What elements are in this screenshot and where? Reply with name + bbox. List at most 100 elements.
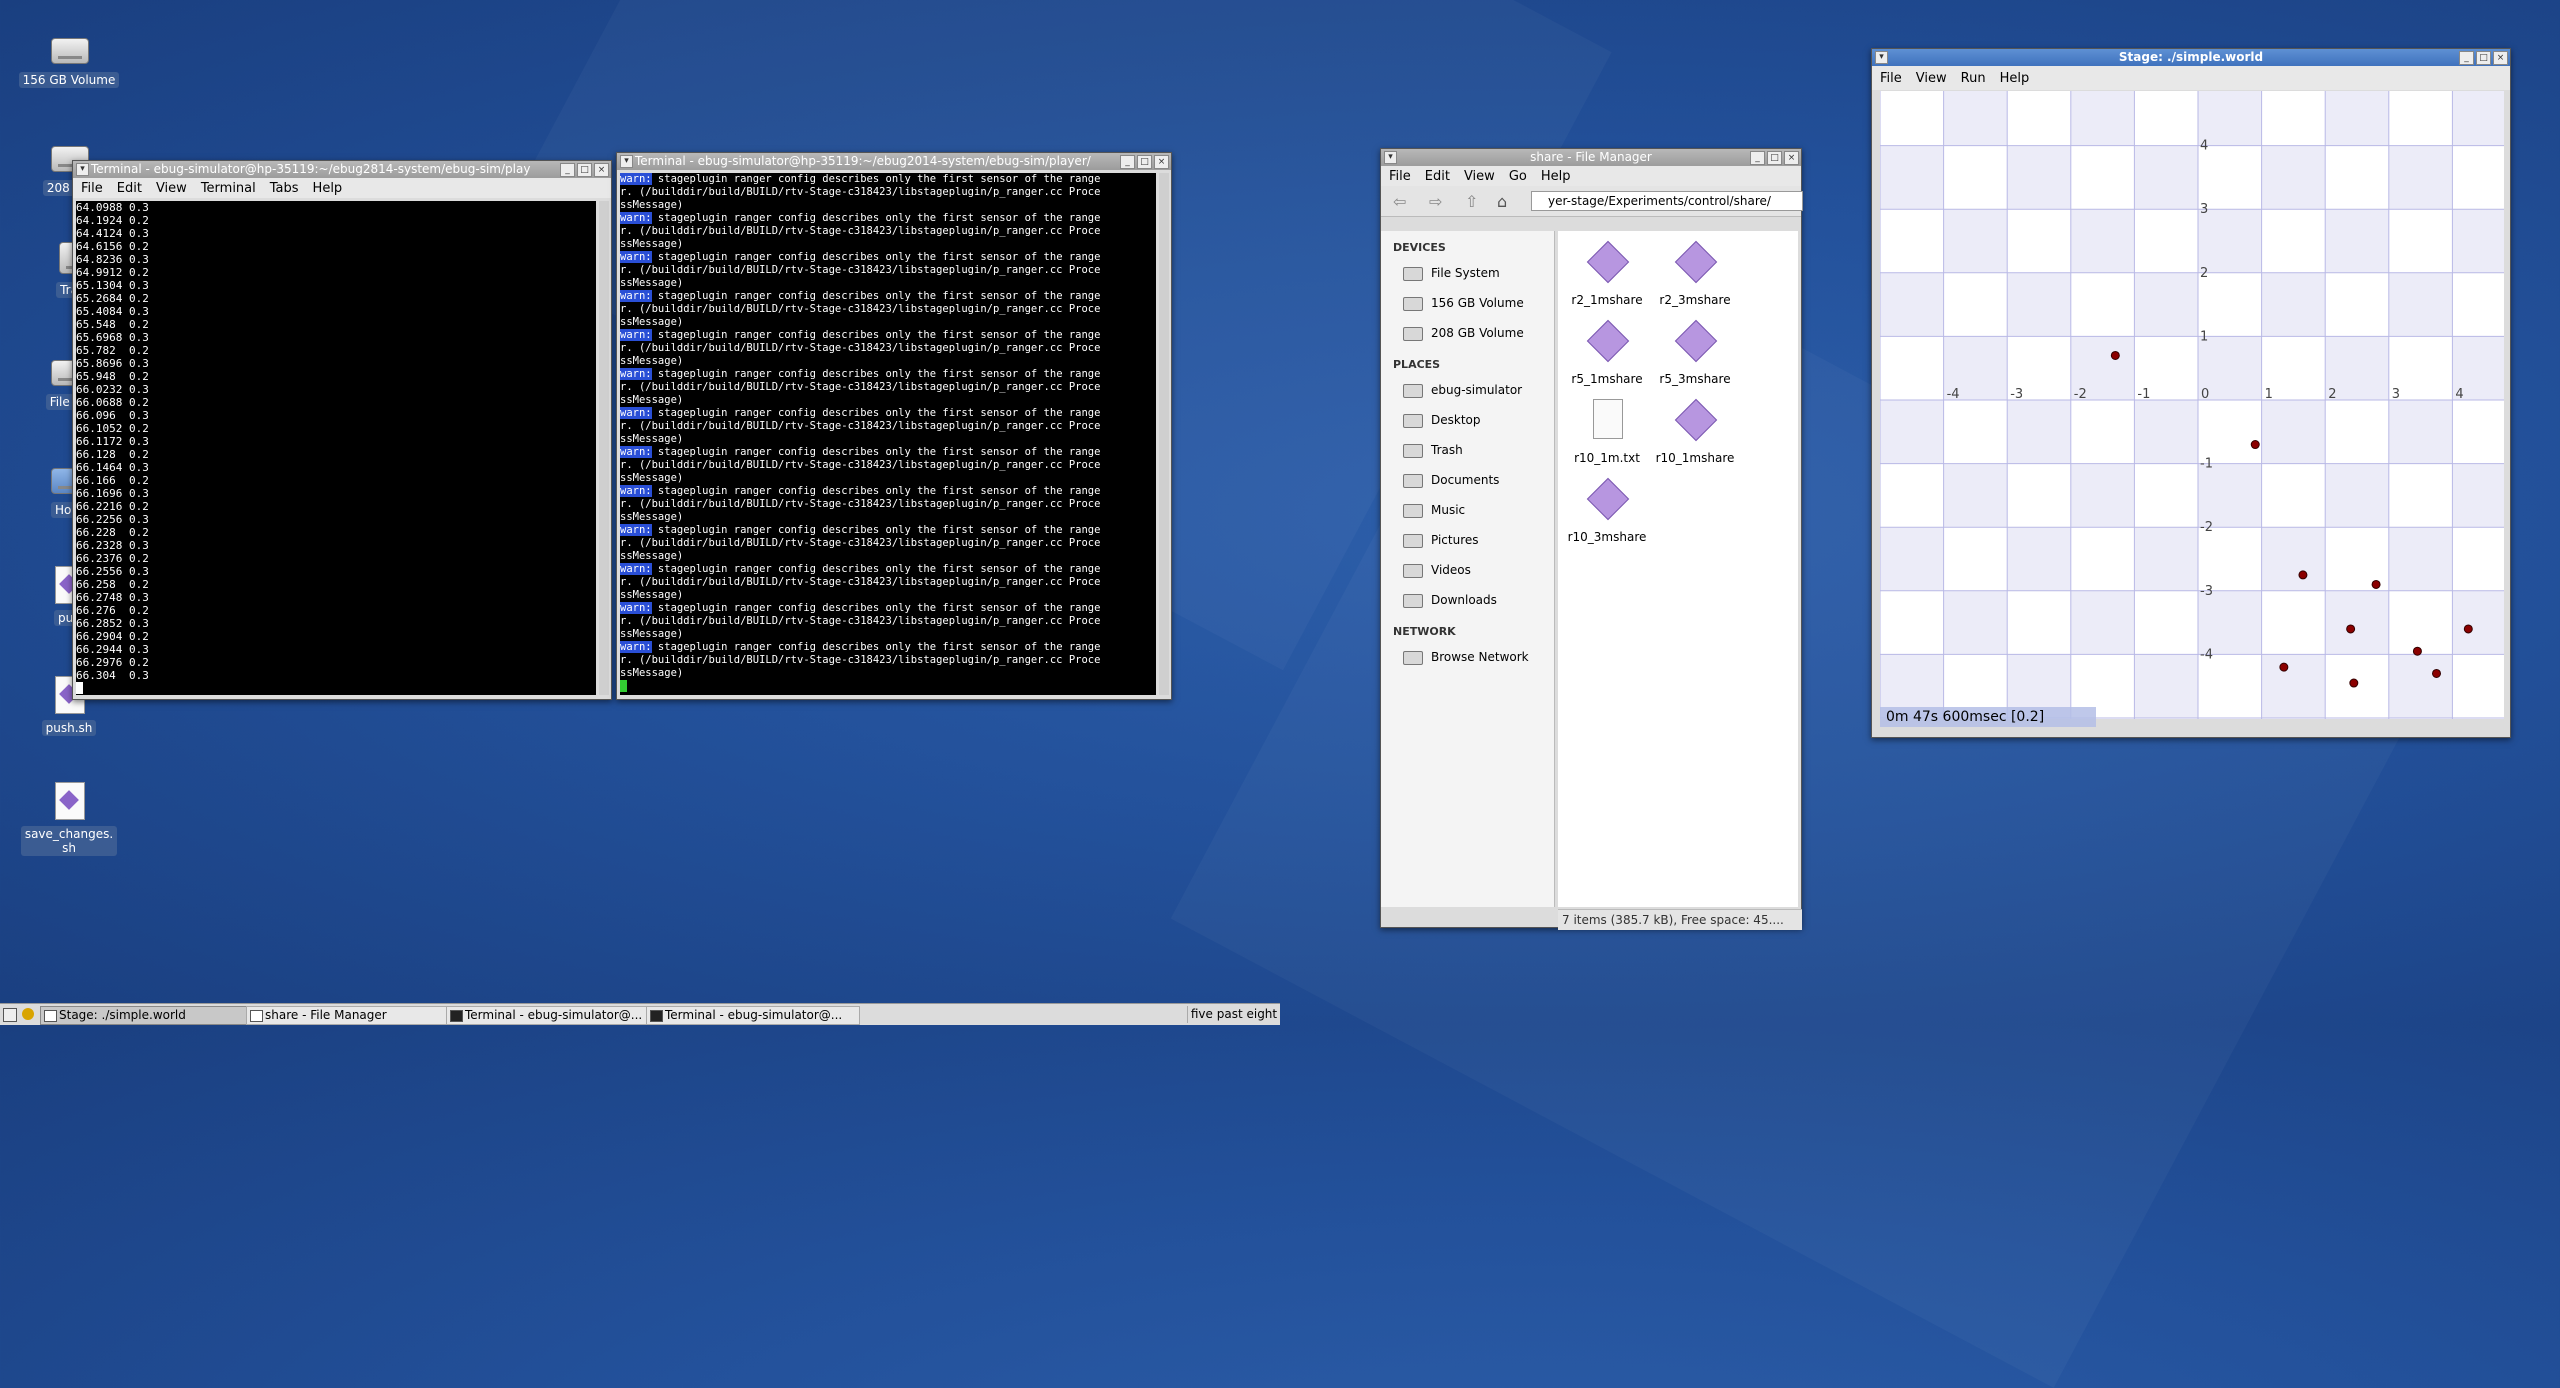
taskbar-item-terminal-2[interactable]: Terminal - ebug-simulator@... xyxy=(646,1006,860,1025)
sidebar-item[interactable]: Pictures xyxy=(1381,525,1554,555)
close-button[interactable]: × xyxy=(1784,151,1799,165)
location-bar[interactable]: yer-stage/Experiments/control/share/ xyxy=(1531,191,1803,211)
file-item[interactable]: r5_3mshare xyxy=(1652,320,1738,386)
menu-view[interactable]: View xyxy=(1464,169,1495,184)
menu-help[interactable]: Help xyxy=(2000,71,2030,86)
terminal-line: r. (/builddir/build/BUILD/rtv-Stage-c318… xyxy=(620,342,1101,354)
terminal-line: 66.2852 0.3 xyxy=(76,617,149,630)
window-titlebar[interactable]: ▾ share - File Manager _ □ × xyxy=(1381,149,1801,166)
terminal-output[interactable]: 64.0988 0.3 64.1924 0.2 64.4124 0.3 64.6156… xyxy=(76,201,596,695)
terminal-window-2[interactable]: ▾ Terminal - ebug-simulator@hp-35119:~/e… xyxy=(616,152,1172,700)
close-button[interactable]: × xyxy=(1154,155,1169,169)
sidebar-item[interactable]: 208 GB Volume xyxy=(1381,318,1554,348)
taskbar-item-stage[interactable]: Stage: ./simple.world xyxy=(40,1006,260,1025)
grid-cell xyxy=(2388,654,2453,718)
stage-window[interactable]: ▾ Stage: ./simple.world _ □ × File View … xyxy=(1871,48,2511,738)
app-menu-icon[interactable] xyxy=(22,1008,34,1020)
menu-edit[interactable]: Edit xyxy=(1425,169,1450,184)
taskbar-item-label: Stage: ./simple.world xyxy=(59,1008,186,1022)
grid-cell xyxy=(2007,272,2071,337)
window-menu-icon[interactable]: ▾ xyxy=(1875,51,1888,64)
file-item[interactable]: r2_1mshare xyxy=(1564,241,1650,307)
window-titlebar[interactable]: ▾ Stage: ./simple.world _ □ × xyxy=(1872,49,2510,66)
maximize-button[interactable]: □ xyxy=(1767,151,1782,165)
terminal-line: warn: stageplugin ranger config describe… xyxy=(620,368,1156,381)
menu-run[interactable]: Run xyxy=(1961,71,1986,86)
menu-file[interactable]: File xyxy=(1880,71,1902,86)
sidebar-item[interactable]: Browse Network xyxy=(1381,642,1554,672)
menu-view[interactable]: View xyxy=(1916,71,1947,86)
grid-cell xyxy=(2134,272,2198,337)
forward-arrow-icon[interactable]: ⇨ xyxy=(1429,192,1442,211)
window-titlebar[interactable]: ▾ Terminal - ebug-simulator@hp-35119:~/e… xyxy=(617,153,1171,170)
window-list-icon[interactable] xyxy=(3,1008,17,1022)
grid-cell xyxy=(1943,91,2008,146)
up-arrow-icon[interactable]: ⇧ xyxy=(1465,192,1478,211)
sidebar-item[interactable]: ebug-simulator xyxy=(1381,375,1554,405)
file-item[interactable]: r10_3mshare xyxy=(1564,478,1650,544)
desktop-icon-156gb[interactable]: 156 GB Volume xyxy=(14,28,124,88)
minimize-button[interactable]: _ xyxy=(1120,155,1135,169)
taskbar-item-file-manager[interactable]: share - File Manager xyxy=(246,1006,460,1025)
desktop-icon-save-changes[interactable]: save_changes. sh xyxy=(14,782,124,856)
warn-tag: warn: xyxy=(620,329,652,341)
sidebar-item[interactable]: Trash xyxy=(1381,435,1554,465)
menu-terminal[interactable]: Terminal xyxy=(201,181,256,196)
sidebar-item[interactable]: File System xyxy=(1381,258,1554,288)
menu-help[interactable]: Help xyxy=(313,181,343,196)
terminal-line: warn: stageplugin ranger config describe… xyxy=(620,524,1156,537)
file-item[interactable]: r2_3mshare xyxy=(1652,241,1738,307)
home-icon[interactable]: ⌂ xyxy=(1497,192,1507,211)
window-menu-icon[interactable]: ▾ xyxy=(620,155,633,168)
file-item[interactable]: r5_1mshare xyxy=(1564,320,1650,386)
minimize-button[interactable]: _ xyxy=(1750,151,1765,165)
clock[interactable]: five past eight xyxy=(1187,1006,1280,1023)
sidebar-item[interactable]: Videos xyxy=(1381,555,1554,585)
menu-view[interactable]: View xyxy=(156,181,187,196)
maximize-button[interactable]: □ xyxy=(2476,51,2491,65)
window-menu-icon[interactable]: ▾ xyxy=(1384,151,1397,164)
minimize-button[interactable]: _ xyxy=(2459,51,2474,65)
window-title: share - File Manager xyxy=(1530,150,1652,164)
menu-go[interactable]: Go xyxy=(1509,169,1527,184)
close-button[interactable]: × xyxy=(2493,51,2508,65)
minimize-button[interactable]: _ xyxy=(560,163,575,177)
scrollbar[interactable] xyxy=(1159,173,1169,695)
terminal-line: 66.0688 0.2 xyxy=(76,396,149,409)
menu-file[interactable]: File xyxy=(81,181,103,196)
maximize-button[interactable]: □ xyxy=(577,163,592,177)
terminal-icon xyxy=(450,1010,463,1022)
warn-tag: warn: xyxy=(620,407,652,419)
close-button[interactable]: × xyxy=(594,163,609,177)
file-view[interactable]: r2_1mshare r2_3mshare r5_1mshare r5_3mshare… xyxy=(1558,231,1798,907)
sidebar-item[interactable]: Downloads xyxy=(1381,585,1554,615)
maximize-button[interactable]: □ xyxy=(1137,155,1152,169)
menu-help[interactable]: Help xyxy=(1541,169,1571,184)
robot-marker xyxy=(2346,624,2356,634)
file-name: r10_1mshare xyxy=(1655,451,1735,465)
menu-file[interactable]: File xyxy=(1389,169,1411,184)
simulation-grid[interactable]: -4 -3 -2 -1 0 1 2 3 4 4 3 2 1 -1 -2 -3 -4 xyxy=(1880,91,2504,719)
terminal-window-1[interactable]: ▾ Terminal - ebug-simulator@hp-35119:~/e… xyxy=(72,160,612,700)
toolbar: ⇦ ⇨ ⇧ ⌂ yer-stage/Experiments/control/sh… xyxy=(1381,186,1803,217)
sidebar-item[interactable]: 156 GB Volume xyxy=(1381,288,1554,318)
sidebar-item[interactable]: Documents xyxy=(1381,465,1554,495)
file-name: r10_3mshare xyxy=(1567,530,1647,544)
terminal-output[interactable]: warn: stageplugin ranger config describe… xyxy=(620,173,1156,695)
sidebar-item[interactable]: Music xyxy=(1381,495,1554,525)
menu-edit[interactable]: Edit xyxy=(117,181,142,196)
scrollbar[interactable] xyxy=(599,201,609,695)
file-item[interactable]: r10_1mshare xyxy=(1652,399,1738,465)
sidebar-item[interactable]: Desktop xyxy=(1381,405,1554,435)
file-manager-window[interactable]: ▾ share - File Manager _ □ × File Edit V… xyxy=(1380,148,1803,930)
menu-tabs[interactable]: Tabs xyxy=(270,181,299,196)
grid-cell xyxy=(2134,527,2198,591)
file-item[interactable]: r10_1m.txt xyxy=(1564,399,1650,465)
window-titlebar[interactable]: ▾ Terminal - ebug-simulator@hp-35119:~/e… xyxy=(73,161,611,178)
sidebar-item-label: Music xyxy=(1431,503,1466,517)
terminal-line: 64.0988 0.3 xyxy=(76,201,149,214)
window-menu-icon[interactable]: ▾ xyxy=(76,163,89,176)
simulation-canvas[interactable]: -4 -3 -2 -1 0 1 2 3 4 4 3 2 1 -1 -2 -3 -4 xyxy=(1880,91,2504,719)
taskbar-item-terminal-1[interactable]: Terminal - ebug-simulator@... xyxy=(446,1006,660,1025)
back-arrow-icon[interactable]: ⇦ xyxy=(1393,192,1406,211)
